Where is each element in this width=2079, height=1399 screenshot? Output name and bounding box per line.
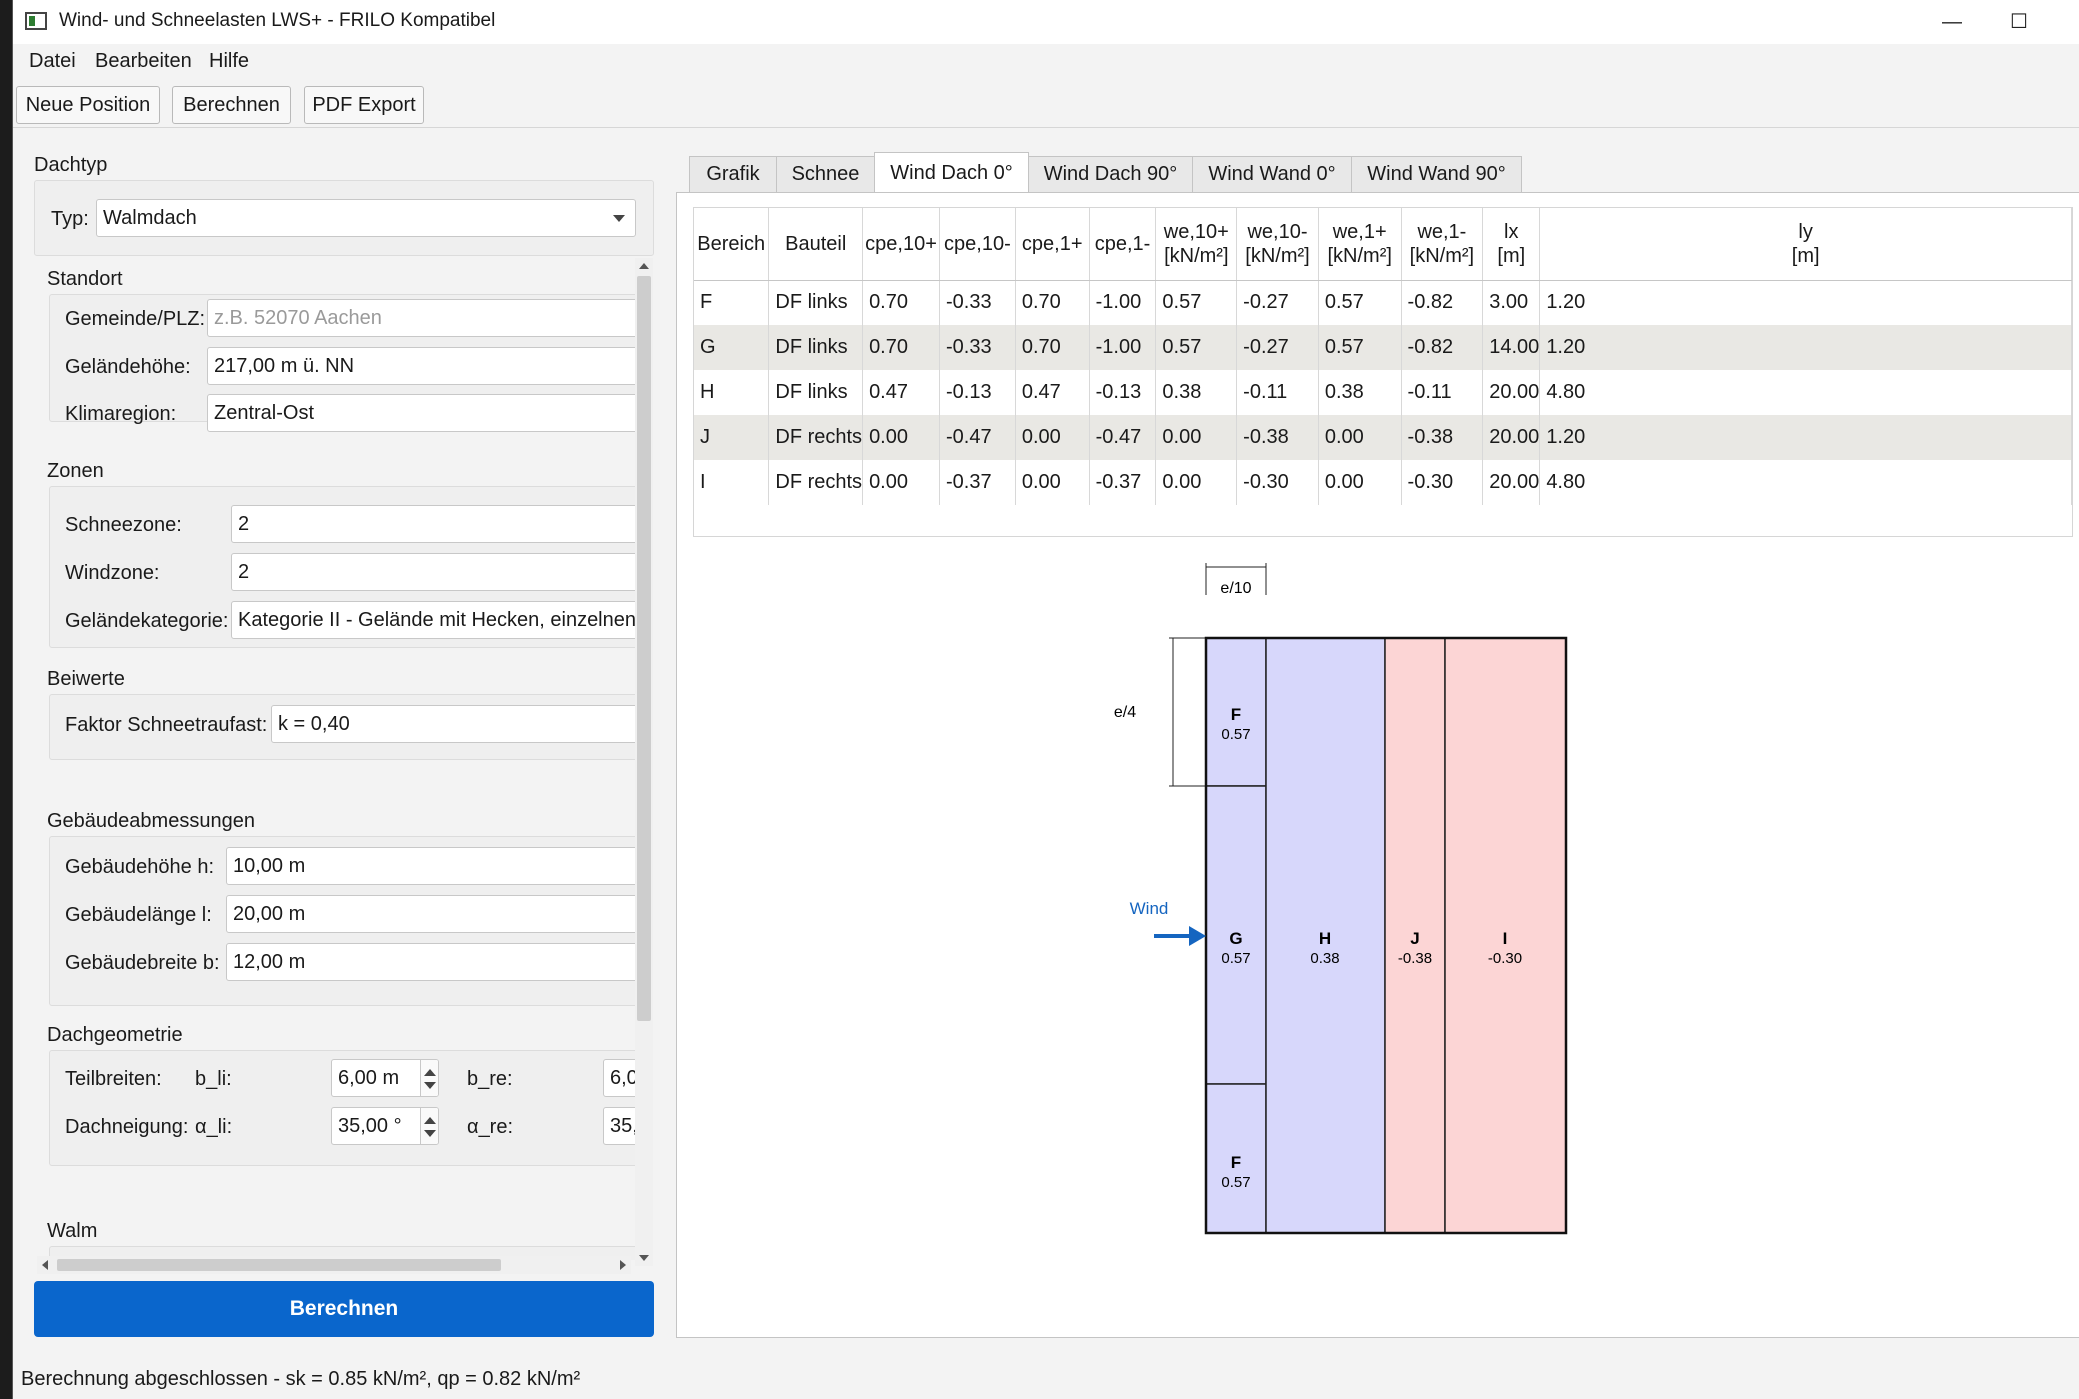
alpha-li-spinbox[interactable]: 35,00 ° <box>331 1107 439 1145</box>
building-length-input[interactable]: 20,00 m <box>226 895 635 933</box>
teilbreiten-label: Teilbreiten: <box>65 1068 162 1090</box>
zone-name: G <box>1229 929 1242 948</box>
building-height-input[interactable]: 10,00 m <box>226 847 635 885</box>
roof-type-select[interactable]: Walmdach <box>96 199 636 237</box>
new-position-button[interactable]: Neue Position <box>16 86 160 124</box>
horizontal-scrollbar[interactable] <box>37 1256 631 1274</box>
menu-bearbeiten[interactable]: Bearbeiten <box>95 50 192 73</box>
settings-scroll-area: Standort Gemeinde/PLZ: z.B. 52070 Aachen… <box>13 268 635 1260</box>
zone-value: -0.30 <box>1488 950 1522 967</box>
chevron-down-icon <box>613 215 625 222</box>
snow-factor-input[interactable]: k = 0,40 <box>271 705 635 743</box>
tab-schnee[interactable]: Schnee <box>776 156 875 192</box>
minimize-button[interactable]: — <box>1918 0 1986 44</box>
b-re-label: b_re: <box>467 1068 513 1090</box>
toolbar: Neue Position Berechnen PDF Export <box>13 78 2079 128</box>
zone-value: -0.38 <box>1398 950 1432 967</box>
tab-wind-wand-90[interactable]: Wind Wand 90° <box>1351 156 1522 192</box>
hoehe-label: Geländehöhe: <box>65 356 191 378</box>
roof-type-value: Walmdach <box>103 207 197 229</box>
zone-value: 0.57 <box>1221 726 1250 743</box>
calculate-button[interactable]: Berechnen <box>34 1281 654 1337</box>
input-panel: Dachtyp Typ: Walmdach Standort Gemeinde/… <box>13 128 675 1348</box>
scroll-down-icon[interactable] <box>639 1255 649 1261</box>
section-dachgeometrie: Dachgeometrie <box>47 1024 183 1046</box>
maximize-button[interactable]: ☐ <box>1985 0 2053 44</box>
scroll-up-icon[interactable] <box>639 263 649 269</box>
calculate-toolbar-button[interactable]: Berechnen <box>172 86 291 124</box>
section-gebaeude: Gebäudeabmessungen <box>47 810 255 832</box>
zone-value: 0.57 <box>1221 950 1250 967</box>
tab-wind-dach-90[interactable]: Wind Dach 90° <box>1028 156 1193 192</box>
laenge-label: Gebäudelänge l: <box>65 904 212 926</box>
scroll-left-icon[interactable] <box>42 1260 48 1270</box>
close-button[interactable]: ✕ <box>2053 0 2079 44</box>
alpha-li-value: 35,00 ° <box>338 1115 402 1137</box>
schneezone-label: Schneezone: <box>65 514 182 536</box>
wind-label: Wind <box>1130 899 1169 918</box>
municipality-input[interactable]: z.B. 52070 Aachen <box>207 299 635 337</box>
spinner-arrows-icon[interactable] <box>420 1060 438 1096</box>
breite-label: Gebäudebreite b: <box>65 952 220 974</box>
section-beiwerte: Beiwerte <box>47 668 125 690</box>
alpha-re-spinbox[interactable]: 35, <box>603 1107 635 1145</box>
hoehe-h-label: Gebäudehöhe h: <box>65 856 215 878</box>
window-title: Wind- und Schneelasten LWS+ - FRILO Komp… <box>59 10 496 31</box>
b-li-spinbox[interactable]: 6,00 m <box>331 1059 439 1097</box>
spinner-arrows-icon[interactable] <box>420 1108 438 1144</box>
neigung-label: Dachneigung: <box>65 1116 189 1138</box>
alpha-li-label: α_li: <box>195 1116 233 1138</box>
vertical-scrollbar[interactable] <box>635 258 653 1266</box>
building-width-input[interactable]: 12,00 m <box>226 943 635 981</box>
zone-name: F <box>1231 705 1241 724</box>
menu-bar: Datei Bearbeiten Hilfe <box>13 44 2079 78</box>
scroll-right-icon[interactable] <box>620 1260 626 1270</box>
section-zonen: Zonen <box>47 460 104 482</box>
tab-grafik[interactable]: Grafik <box>689 156 777 192</box>
b-li-value: 6,00 m <box>338 1067 400 1089</box>
wind-zone-input[interactable]: 2 <box>231 553 635 591</box>
snow-zone-input[interactable]: 2 <box>231 505 635 543</box>
wind-arrow-icon <box>1154 926 1206 946</box>
typ-label: Typ: <box>51 208 89 230</box>
climate-region-input[interactable]: Zentral-Ost <box>207 394 635 432</box>
app-icon <box>25 12 47 30</box>
section-walm: Walm <box>47 1220 98 1242</box>
tab-wind-wand-0[interactable]: Wind Wand 0° <box>1192 156 1352 192</box>
menu-datei[interactable]: Datei <box>29 50 76 73</box>
terrain-category-input[interactable]: Kategorie II - Gelände mit Hecken, einze… <box>231 601 635 639</box>
menu-hilfe[interactable]: Hilfe <box>209 50 249 73</box>
zone-name: F <box>1231 1153 1241 1172</box>
kategorie-label: Geländekategorie: <box>65 610 229 632</box>
status-bar: Berechnung abgeschlossen - sk = 0.85 kN/… <box>21 1368 581 1390</box>
dim-label-top: e/10 <box>1220 580 1251 597</box>
wind-roof-panel: Bereich Bauteil cpe,10+ cpe,10- cpe,1+ cpe,1-… <box>676 192 2079 1338</box>
gemeinde-label: Gemeinde/PLZ: <box>65 308 206 330</box>
zone-name: I <box>1503 929 1508 948</box>
zone-name: J <box>1410 929 1419 948</box>
windzone-label: Windzone: <box>65 562 160 584</box>
section-dachtyp: Dachtyp <box>34 154 108 176</box>
pdf-export-button[interactable]: PDF Export <box>304 86 424 124</box>
app-window: Wind- und Schneelasten LWS+ - FRILO Komp… <box>12 0 2079 1399</box>
zone-name: H <box>1319 929 1331 948</box>
faktor-label: Faktor Schneetraufast: <box>65 714 268 736</box>
section-standort: Standort <box>47 268 123 290</box>
zone-value: 0.38 <box>1310 950 1339 967</box>
tab-wind-dach-0[interactable]: Wind Dach 0° <box>874 152 1029 193</box>
horizontal-scroll-thumb[interactable] <box>57 1259 501 1271</box>
klima-label: Klimaregion: <box>65 403 177 425</box>
title-bar: Wind- und Schneelasten LWS+ - FRILO Komp… <box>13 0 2079 44</box>
zone-value: 0.57 <box>1221 1174 1250 1191</box>
b-li-label: b_li: <box>195 1068 232 1090</box>
elevation-input[interactable]: 217,00 m ü. NN <box>207 347 635 385</box>
dim-label-left: e/4 <box>1114 704 1136 721</box>
roof-zone-diagram: e/10 e/4 F 0.57 G 0.57 F 0.57 H 0.38 J -… <box>1114 563 1568 1235</box>
alpha-re-label: α_re: <box>467 1116 514 1138</box>
vertical-scroll-thumb[interactable] <box>637 276 651 1021</box>
b-re-spinbox[interactable]: 6,0 <box>603 1059 635 1097</box>
